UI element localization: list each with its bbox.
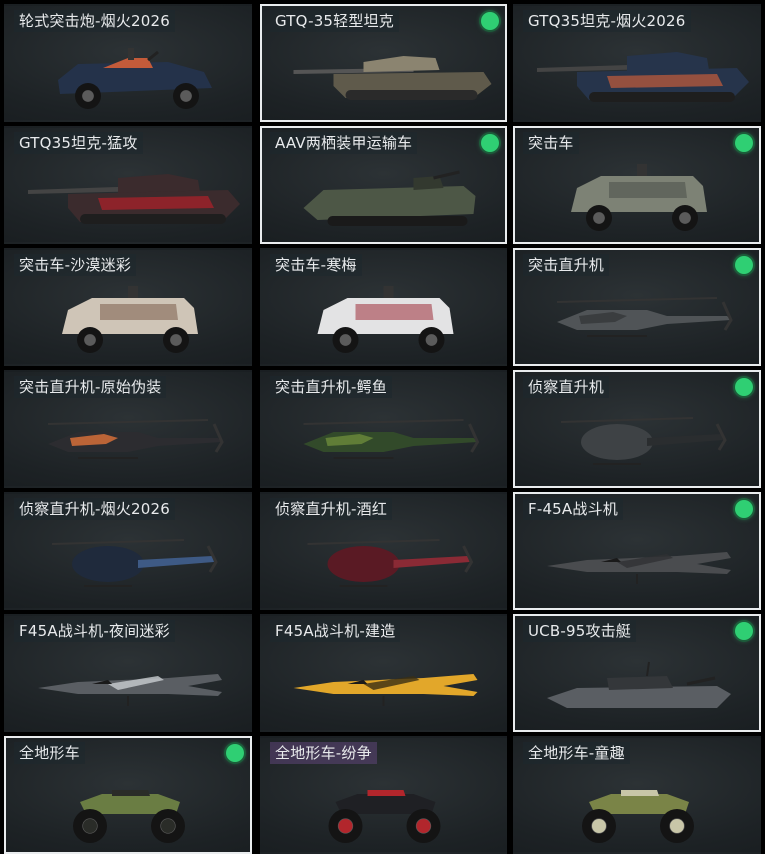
vehicle-skin-card[interactable]: 侦察直升机-酒红 (260, 492, 507, 610)
vehicle-skin-card[interactable]: 全地形车-童趣 (513, 736, 761, 854)
scout-helicopter-icon (515, 394, 759, 486)
atv-icon (6, 760, 250, 852)
vehicle-skin-card[interactable]: 侦察直升机 (513, 370, 761, 488)
amphibious-apc-icon (262, 150, 505, 242)
vehicle-skin-card[interactable]: F45A战斗机-夜间迷彩 (4, 614, 252, 732)
wheeled-assault-gun-icon (6, 28, 250, 120)
vehicle-skin-card[interactable]: 突击车-沙漠迷彩 (4, 248, 252, 366)
attack-helicopter-icon (6, 394, 250, 486)
vehicle-skin-card[interactable]: GTQ-35轻型坦克 (260, 4, 507, 122)
vehicle-skin-card[interactable]: F-45A战斗机 (513, 492, 761, 610)
fighter-jet-icon (262, 638, 505, 730)
attack-helicopter-icon (262, 394, 505, 486)
vehicle-skin-card[interactable]: 突击车 (513, 126, 761, 244)
attack-boat-icon (515, 638, 759, 730)
vehicle-skin-card[interactable]: 侦察直升机-烟火2026 (4, 492, 252, 610)
light-tank-icon (262, 28, 505, 120)
vehicle-skin-grid: 轮式突击炮-烟火2026 GTQ-35轻型坦克 GTQ35坦克-烟火2026 G… (4, 4, 761, 854)
vehicle-skin-card[interactable]: 轮式突击炮-烟火2026 (4, 4, 252, 122)
atv-icon (262, 760, 505, 852)
vehicle-skin-card[interactable]: 全地形车 (4, 736, 252, 854)
vehicle-skin-card[interactable]: 突击车-寒梅 (260, 248, 507, 366)
vehicle-skin-card[interactable]: F45A战斗机-建造 (260, 614, 507, 732)
attack-helicopter-icon (515, 272, 759, 364)
vehicle-skin-card[interactable]: AAV两栖装甲运输车 (260, 126, 507, 244)
vehicle-skin-card[interactable]: UCB-95攻击艇 (513, 614, 761, 732)
vehicle-skin-card[interactable]: GTQ35坦克-猛攻 (4, 126, 252, 244)
assault-vehicle-icon (6, 272, 250, 364)
tank-icon (515, 28, 759, 120)
vehicle-skin-card[interactable]: 突击直升机 (513, 248, 761, 366)
atv-icon (515, 760, 759, 852)
scout-helicopter-icon (262, 516, 505, 608)
vehicle-skin-card[interactable]: 突击直升机-原始伪装 (4, 370, 252, 488)
tank-icon (6, 150, 250, 242)
fighter-jet-icon (6, 638, 250, 730)
vehicle-skin-card[interactable]: 全地形车-纷争 (260, 736, 507, 854)
assault-vehicle-icon (262, 272, 505, 364)
vehicle-skin-card[interactable]: GTQ35坦克-烟火2026 (513, 4, 761, 122)
assault-vehicle-icon (515, 150, 759, 242)
fighter-jet-icon (515, 516, 759, 608)
scout-helicopter-icon (6, 516, 250, 608)
vehicle-skin-card[interactable]: 突击直升机-鳄鱼 (260, 370, 507, 488)
